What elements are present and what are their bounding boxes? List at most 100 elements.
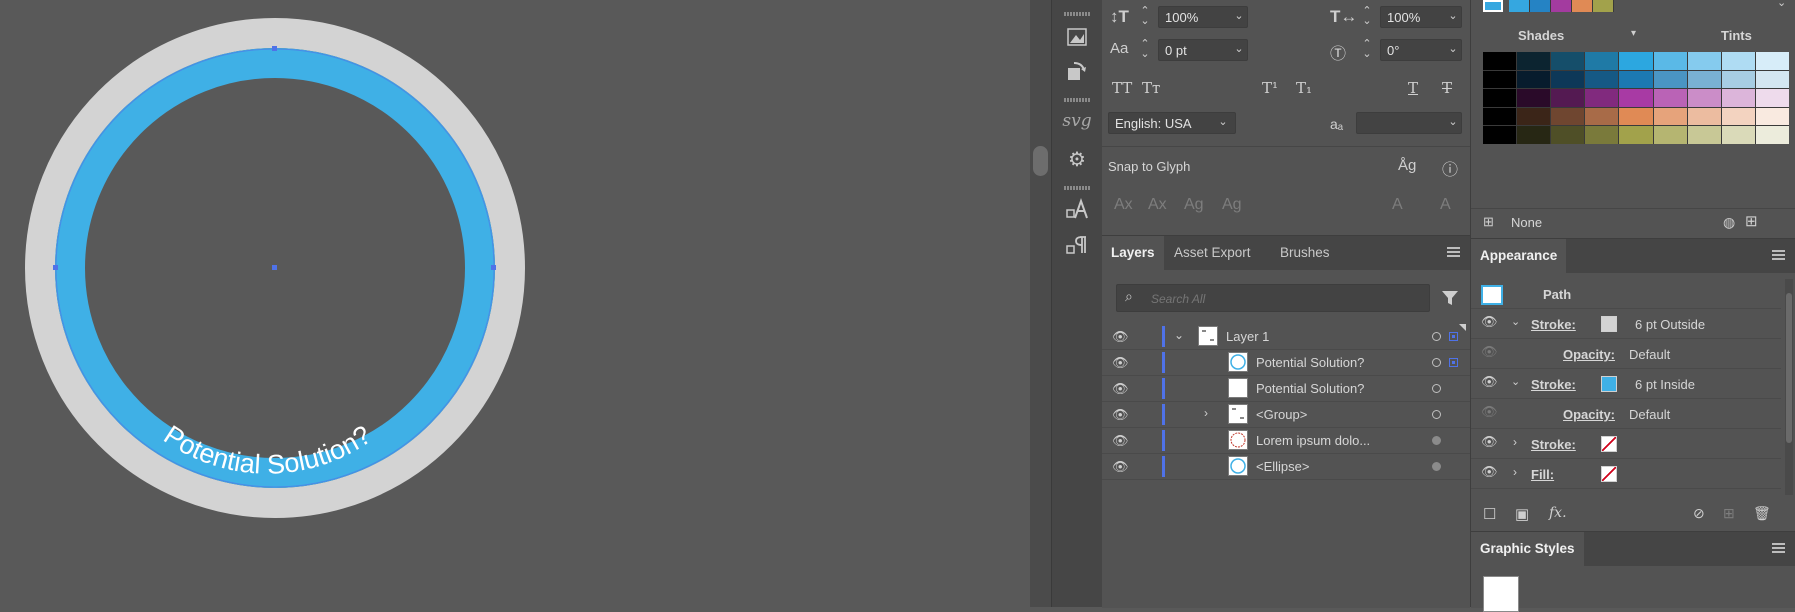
- shade-swatch[interactable]: [1551, 70, 1585, 89]
- appearance-row-stroke-outside[interactable]: 👁 ⌄ Stroke: 6 pt Outside: [1471, 309, 1781, 339]
- collapse-chevron-icon[interactable]: ⌄: [1511, 315, 1520, 328]
- shade-swatch[interactable]: [1653, 107, 1687, 126]
- visibility-eye-icon[interactable]: 👁: [1481, 404, 1498, 419]
- selection-indicator[interactable]: [1449, 358, 1458, 367]
- snap-baseline-icon[interactable]: Ax: [1114, 196, 1133, 214]
- snap-glyph-bounds-icon[interactable]: Ag: [1184, 196, 1204, 214]
- shade-swatch[interactable]: [1551, 126, 1585, 144]
- snap-proximity-icon[interactable]: Ag: [1222, 196, 1242, 214]
- layer-row[interactable]: 👁 Potential Solution?: [1102, 376, 1470, 402]
- appearance-row-opacity[interactable]: 👁 Opacity: Default: [1471, 339, 1781, 369]
- layers-panel-menu-icon[interactable]: [1447, 247, 1460, 257]
- shade-swatch[interactable]: [1755, 126, 1789, 144]
- shade-swatch[interactable]: [1687, 89, 1721, 107]
- shade-swatch[interactable]: [1721, 126, 1755, 144]
- target-circle-icon[interactable]: [1432, 358, 1441, 367]
- recent-swatch[interactable]: [1593, 0, 1614, 12]
- snap-anchor-icon[interactable]: A: [1440, 196, 1451, 214]
- stroke-weight-value[interactable]: 6 pt Outside: [1635, 317, 1705, 332]
- panel-group-grip[interactable]: [1064, 186, 1090, 190]
- shade-swatch[interactable]: [1721, 89, 1755, 107]
- shade-swatch[interactable]: [1585, 70, 1619, 89]
- fx-icon[interactable]: fx.: [1549, 505, 1567, 521]
- appearance-row-opacity[interactable]: 👁 Opacity: Default: [1471, 399, 1781, 429]
- underline-icon[interactable]: T: [1408, 79, 1418, 97]
- shade-swatch[interactable]: [1517, 89, 1551, 107]
- rotation-stepper[interactable]: ⌃ ⌄: [1358, 39, 1376, 60]
- shade-swatch[interactable]: [1687, 126, 1721, 144]
- fill-label[interactable]: Fill:: [1531, 467, 1554, 482]
- shade-swatch[interactable]: [1483, 52, 1517, 70]
- shade-swatch[interactable]: [1653, 89, 1687, 107]
- vertical-scrollbar-track[interactable]: [1030, 0, 1051, 607]
- layer-row[interactable]: 👁 Potential Solution?: [1102, 350, 1470, 376]
- tab-appearance[interactable]: Appearance: [1471, 239, 1567, 273]
- superscript-icon[interactable]: T¹: [1262, 79, 1278, 97]
- image-trace-icon[interactable]: [1064, 24, 1090, 50]
- tab-graphic-styles[interactable]: Graphic Styles: [1471, 532, 1584, 566]
- para-style-icon[interactable]: [1064, 232, 1090, 258]
- recent-swatch[interactable]: [1551, 0, 1572, 12]
- filter-icon[interactable]: [1440, 288, 1460, 308]
- snap-xheight-icon[interactable]: Ax: [1148, 196, 1167, 214]
- target-circle-icon[interactable]: [1432, 462, 1441, 471]
- stroke-label[interactable]: Stroke:: [1531, 437, 1576, 452]
- shade-swatch[interactable]: [1619, 107, 1653, 126]
- shade-swatch[interactable]: [1755, 52, 1789, 70]
- baseline-shift-dropdown[interactable]: ⌄: [1230, 42, 1248, 55]
- none-color-swatch[interactable]: [1601, 436, 1617, 452]
- recent-swatch[interactable]: [1530, 0, 1551, 12]
- appearance-row-stroke-inside[interactable]: 👁 ⌄ Stroke: 6 pt Inside: [1471, 369, 1781, 399]
- layers-search-box[interactable]: ⌕: [1116, 284, 1430, 312]
- shade-swatch[interactable]: [1755, 70, 1789, 89]
- visibility-eye-icon[interactable]: 👁: [1481, 434, 1498, 449]
- vertical-scrollbar-thumb[interactable]: [1033, 146, 1048, 176]
- shade-swatch[interactable]: [1653, 70, 1687, 89]
- recent-swatch[interactable]: [1509, 0, 1530, 12]
- shade-swatch[interactable]: [1687, 70, 1721, 89]
- visibility-eye-icon[interactable]: 👁: [1112, 459, 1129, 474]
- layer-name[interactable]: Layer 1: [1226, 329, 1269, 344]
- trash-icon[interactable]: 🗑: [1753, 505, 1771, 522]
- shades-dropdown-icon[interactable]: ▾: [1631, 28, 1636, 39]
- visibility-eye-icon[interactable]: 👁: [1112, 381, 1129, 396]
- char-style-icon[interactable]: [1064, 196, 1090, 222]
- shade-swatch[interactable]: [1585, 89, 1619, 107]
- collapse-chevron-icon[interactable]: ⌄: [1174, 328, 1184, 342]
- layer-row[interactable]: 👁 Lorem ipsum dolo...: [1102, 428, 1470, 454]
- anchor-point-right[interactable]: [491, 265, 496, 270]
- snap-glyph-options-icon[interactable]: Åg: [1398, 157, 1416, 174]
- subscript-icon[interactable]: T₁: [1296, 79, 1312, 97]
- shade-swatch[interactable]: [1755, 89, 1789, 107]
- stroke-label[interactable]: Stroke:: [1531, 377, 1576, 392]
- svg-icon[interactable]: svg: [1062, 108, 1091, 134]
- stroke-color-swatch[interactable]: [1601, 316, 1617, 332]
- layer-name[interactable]: Potential Solution?: [1256, 381, 1364, 396]
- shade-swatch[interactable]: [1687, 52, 1721, 70]
- stroke-weight-value[interactable]: 6 pt Inside: [1635, 377, 1695, 392]
- new-swatch-icon[interactable]: ⊞: [1745, 212, 1758, 230]
- visibility-eye-icon[interactable]: 👁: [1481, 464, 1498, 479]
- layer-name[interactable]: Lorem ipsum dolo...: [1256, 433, 1370, 448]
- center-point[interactable]: [272, 265, 277, 270]
- replace-icon[interactable]: [1064, 58, 1090, 84]
- baseline-shift-stepper[interactable]: ⌃ ⌄: [1136, 39, 1154, 60]
- strikethrough-icon[interactable]: T: [1442, 79, 1452, 97]
- layer-name[interactable]: <Group>: [1256, 407, 1307, 422]
- target-circle-icon[interactable]: [1432, 384, 1441, 393]
- shade-swatch[interactable]: [1551, 52, 1585, 70]
- shade-swatch[interactable]: [1585, 107, 1619, 126]
- vertical-scale-stepper[interactable]: ⌃ ⌄: [1136, 6, 1154, 27]
- target-circle-icon[interactable]: [1432, 436, 1441, 445]
- vertical-scale-dropdown[interactable]: ⌄: [1230, 9, 1248, 22]
- anchor-point-top[interactable]: [272, 46, 277, 51]
- appearance-row-fill-none[interactable]: 👁 › Fill:: [1471, 459, 1781, 489]
- visibility-eye-icon[interactable]: 👁: [1112, 329, 1129, 344]
- appearance-scrollbar[interactable]: [1785, 279, 1793, 495]
- visibility-eye-icon[interactable]: 👁: [1481, 374, 1498, 389]
- visibility-eye-icon[interactable]: 👁: [1112, 433, 1129, 448]
- shade-swatch[interactable]: [1551, 107, 1585, 126]
- artwork-svg[interactable]: Potential Solution?: [0, 0, 1030, 607]
- shade-swatch[interactable]: [1585, 52, 1619, 70]
- selection-indicator[interactable]: [1449, 332, 1458, 341]
